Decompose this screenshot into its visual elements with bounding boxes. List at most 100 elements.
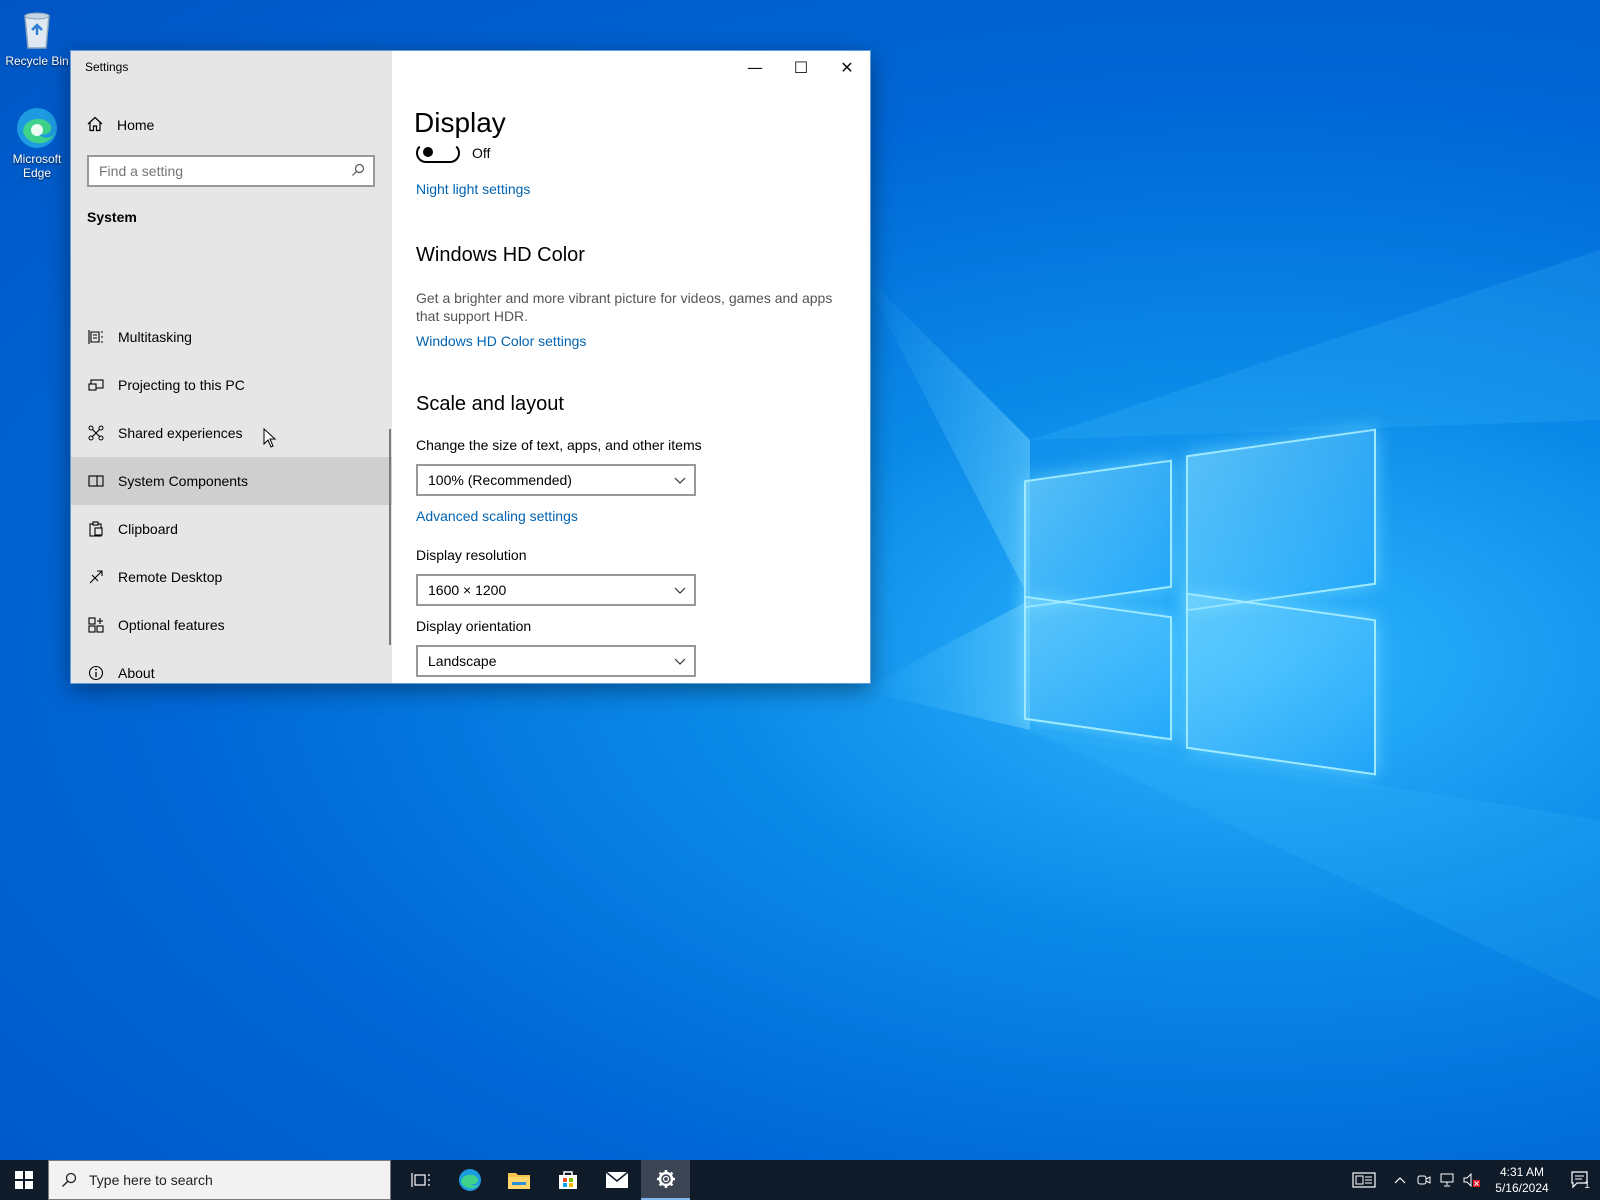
scale-value: 100% (Recommended) bbox=[428, 472, 572, 488]
taskbar-mail[interactable] bbox=[592, 1160, 641, 1200]
settings-icon bbox=[656, 1170, 675, 1188]
taskbar-edge[interactable] bbox=[445, 1160, 494, 1200]
desktop-icon-edge[interactable]: Microsoft Edge bbox=[2, 106, 72, 180]
sidebar-item-label: Clipboard bbox=[118, 521, 178, 537]
sidebar-item-projecting[interactable]: Projecting to this PC bbox=[71, 361, 392, 409]
mouse-cursor-icon bbox=[263, 428, 277, 448]
sidebar-item-clipboard[interactable]: Clipboard bbox=[71, 505, 392, 553]
edge-icon bbox=[458, 1169, 481, 1191]
hd-color-settings-link[interactable]: Windows HD Color settings bbox=[416, 333, 586, 349]
desktop-icon-label: Recycle Bin bbox=[5, 54, 69, 68]
news-icon bbox=[1352, 1172, 1376, 1188]
orientation-label: Display orientation bbox=[416, 618, 532, 634]
desktop-icon-recycle-bin[interactable]: Recycle Bin bbox=[2, 8, 72, 68]
sidebar-scrollbar[interactable] bbox=[389, 429, 391, 645]
sidebar-item-label: Remote Desktop bbox=[118, 569, 223, 585]
taskbar-task-view[interactable] bbox=[396, 1160, 445, 1200]
sidebar-item-label: Optional features bbox=[118, 617, 225, 633]
shared-experiences-icon bbox=[87, 424, 105, 442]
night-light-toggle[interactable] bbox=[416, 143, 460, 163]
sidebar-section-heading: System bbox=[87, 209, 137, 225]
search-icon bbox=[62, 1172, 77, 1187]
sidebar-item-system-components[interactable]: System Components bbox=[71, 457, 392, 505]
edge-icon bbox=[15, 106, 59, 150]
news-interests-button[interactable] bbox=[1340, 1160, 1388, 1200]
scale-dropdown[interactable]: 100% (Recommended) bbox=[416, 464, 696, 496]
meet-now-button[interactable] bbox=[1412, 1160, 1436, 1200]
desktop-icon-label: Microsoft Edge bbox=[12, 152, 62, 180]
sidebar-home[interactable]: Home bbox=[87, 113, 154, 137]
taskbar: Type here to search 4:31 AM 5/16/2024 1 bbox=[0, 1160, 1600, 1200]
projecting-icon bbox=[87, 376, 105, 394]
night-light-settings-link[interactable]: Night light settings bbox=[416, 181, 530, 197]
chevron-down-icon bbox=[674, 653, 686, 669]
night-light-state: Off bbox=[472, 145, 491, 161]
resolution-dropdown[interactable]: 1600 × 1200 bbox=[416, 574, 696, 606]
multitasking-icon bbox=[87, 328, 105, 346]
chevron-down-icon bbox=[674, 472, 686, 488]
orientation-value: Landscape bbox=[428, 653, 497, 669]
scale-label: Change the size of text, apps, and other… bbox=[416, 437, 702, 453]
resolution-label: Display resolution bbox=[416, 547, 527, 563]
sidebar-nav: Multitasking Projecting to this PC Share… bbox=[71, 313, 392, 683]
taskbar-search-box[interactable]: Type here to search bbox=[48, 1160, 391, 1200]
home-icon bbox=[87, 116, 103, 135]
about-icon bbox=[87, 664, 105, 682]
find-setting-search[interactable] bbox=[87, 155, 375, 187]
taskbar-clock[interactable]: 4:31 AM 5/16/2024 bbox=[1484, 1164, 1560, 1196]
page-title: Display bbox=[414, 107, 506, 138]
sidebar-item-label: System Components bbox=[118, 473, 248, 489]
sidebar-item-label: About bbox=[118, 665, 155, 681]
sidebar-item-label: Multitasking bbox=[118, 329, 192, 345]
settings-window: Settings Home System Multitasking Projec… bbox=[70, 50, 871, 684]
hd-color-description: Get a brighter and more vibrant picture … bbox=[416, 290, 833, 324]
resolution-value: 1600 × 1200 bbox=[428, 582, 507, 598]
settings-content: Display Off Night light settings Windows… bbox=[392, 51, 870, 683]
sidebar-item-multitasking[interactable]: Multitasking bbox=[71, 313, 392, 361]
start-button[interactable] bbox=[0, 1160, 48, 1200]
home-label: Home bbox=[117, 117, 155, 133]
chevron-down-icon bbox=[674, 582, 686, 598]
recycle-bin-icon bbox=[15, 8, 59, 52]
taskbar-file-explorer[interactable] bbox=[494, 1160, 543, 1200]
orientation-dropdown[interactable]: Landscape bbox=[416, 645, 696, 677]
night-light-toggle-row: Off bbox=[416, 143, 490, 163]
network-icon bbox=[1440, 1173, 1454, 1187]
clock-date: 5/16/2024 bbox=[1495, 1181, 1549, 1195]
sidebar-item-label: Shared experiences bbox=[118, 425, 243, 441]
wallpaper-windows-logo bbox=[1024, 420, 1390, 780]
sidebar-item-about[interactable]: About bbox=[71, 649, 392, 683]
action-center-button[interactable]: 1 bbox=[1560, 1160, 1600, 1200]
advanced-scaling-link[interactable]: Advanced scaling settings bbox=[416, 508, 578, 524]
scale-layout-heading: Scale and layout bbox=[416, 393, 564, 415]
optional-features-icon bbox=[87, 616, 105, 634]
find-setting-input[interactable] bbox=[99, 163, 339, 179]
show-hidden-icons-button[interactable] bbox=[1388, 1160, 1412, 1200]
task-view-icon bbox=[410, 1173, 430, 1187]
clipboard-icon bbox=[87, 520, 105, 538]
windows-start-icon bbox=[15, 1171, 33, 1189]
sidebar-item-optional-features[interactable]: Optional features bbox=[71, 601, 392, 649]
taskbar-settings[interactable] bbox=[641, 1160, 690, 1200]
notification-count: 1 bbox=[1584, 1179, 1590, 1191]
taskbar-search-placeholder: Type here to search bbox=[89, 1172, 213, 1188]
volume-button[interactable] bbox=[1460, 1160, 1484, 1200]
remote-desktop-icon bbox=[87, 568, 105, 586]
volume-muted-icon bbox=[1463, 1173, 1480, 1187]
network-button[interactable] bbox=[1436, 1160, 1460, 1200]
meet-now-icon bbox=[1417, 1175, 1431, 1185]
sidebar-item-shared-experiences[interactable]: Shared experiences bbox=[71, 409, 392, 457]
file-explorer-icon bbox=[507, 1173, 530, 1189]
store-icon bbox=[558, 1171, 577, 1189]
window-title: Settings bbox=[85, 60, 129, 74]
clock-time: 4:31 AM bbox=[1499, 1165, 1545, 1179]
system-tray: 4:31 AM 5/16/2024 1 bbox=[1340, 1160, 1600, 1200]
settings-sidebar: Settings Home System Multitasking Projec… bbox=[71, 51, 392, 683]
taskbar-store[interactable] bbox=[543, 1160, 592, 1200]
hd-color-heading: Windows HD Color bbox=[416, 244, 585, 266]
sidebar-item-label: Projecting to this PC bbox=[118, 377, 245, 393]
system-components-icon bbox=[87, 472, 105, 490]
sidebar-item-remote-desktop[interactable]: Remote Desktop bbox=[71, 553, 392, 601]
mail-icon bbox=[605, 1171, 628, 1188]
search-icon bbox=[351, 163, 365, 180]
